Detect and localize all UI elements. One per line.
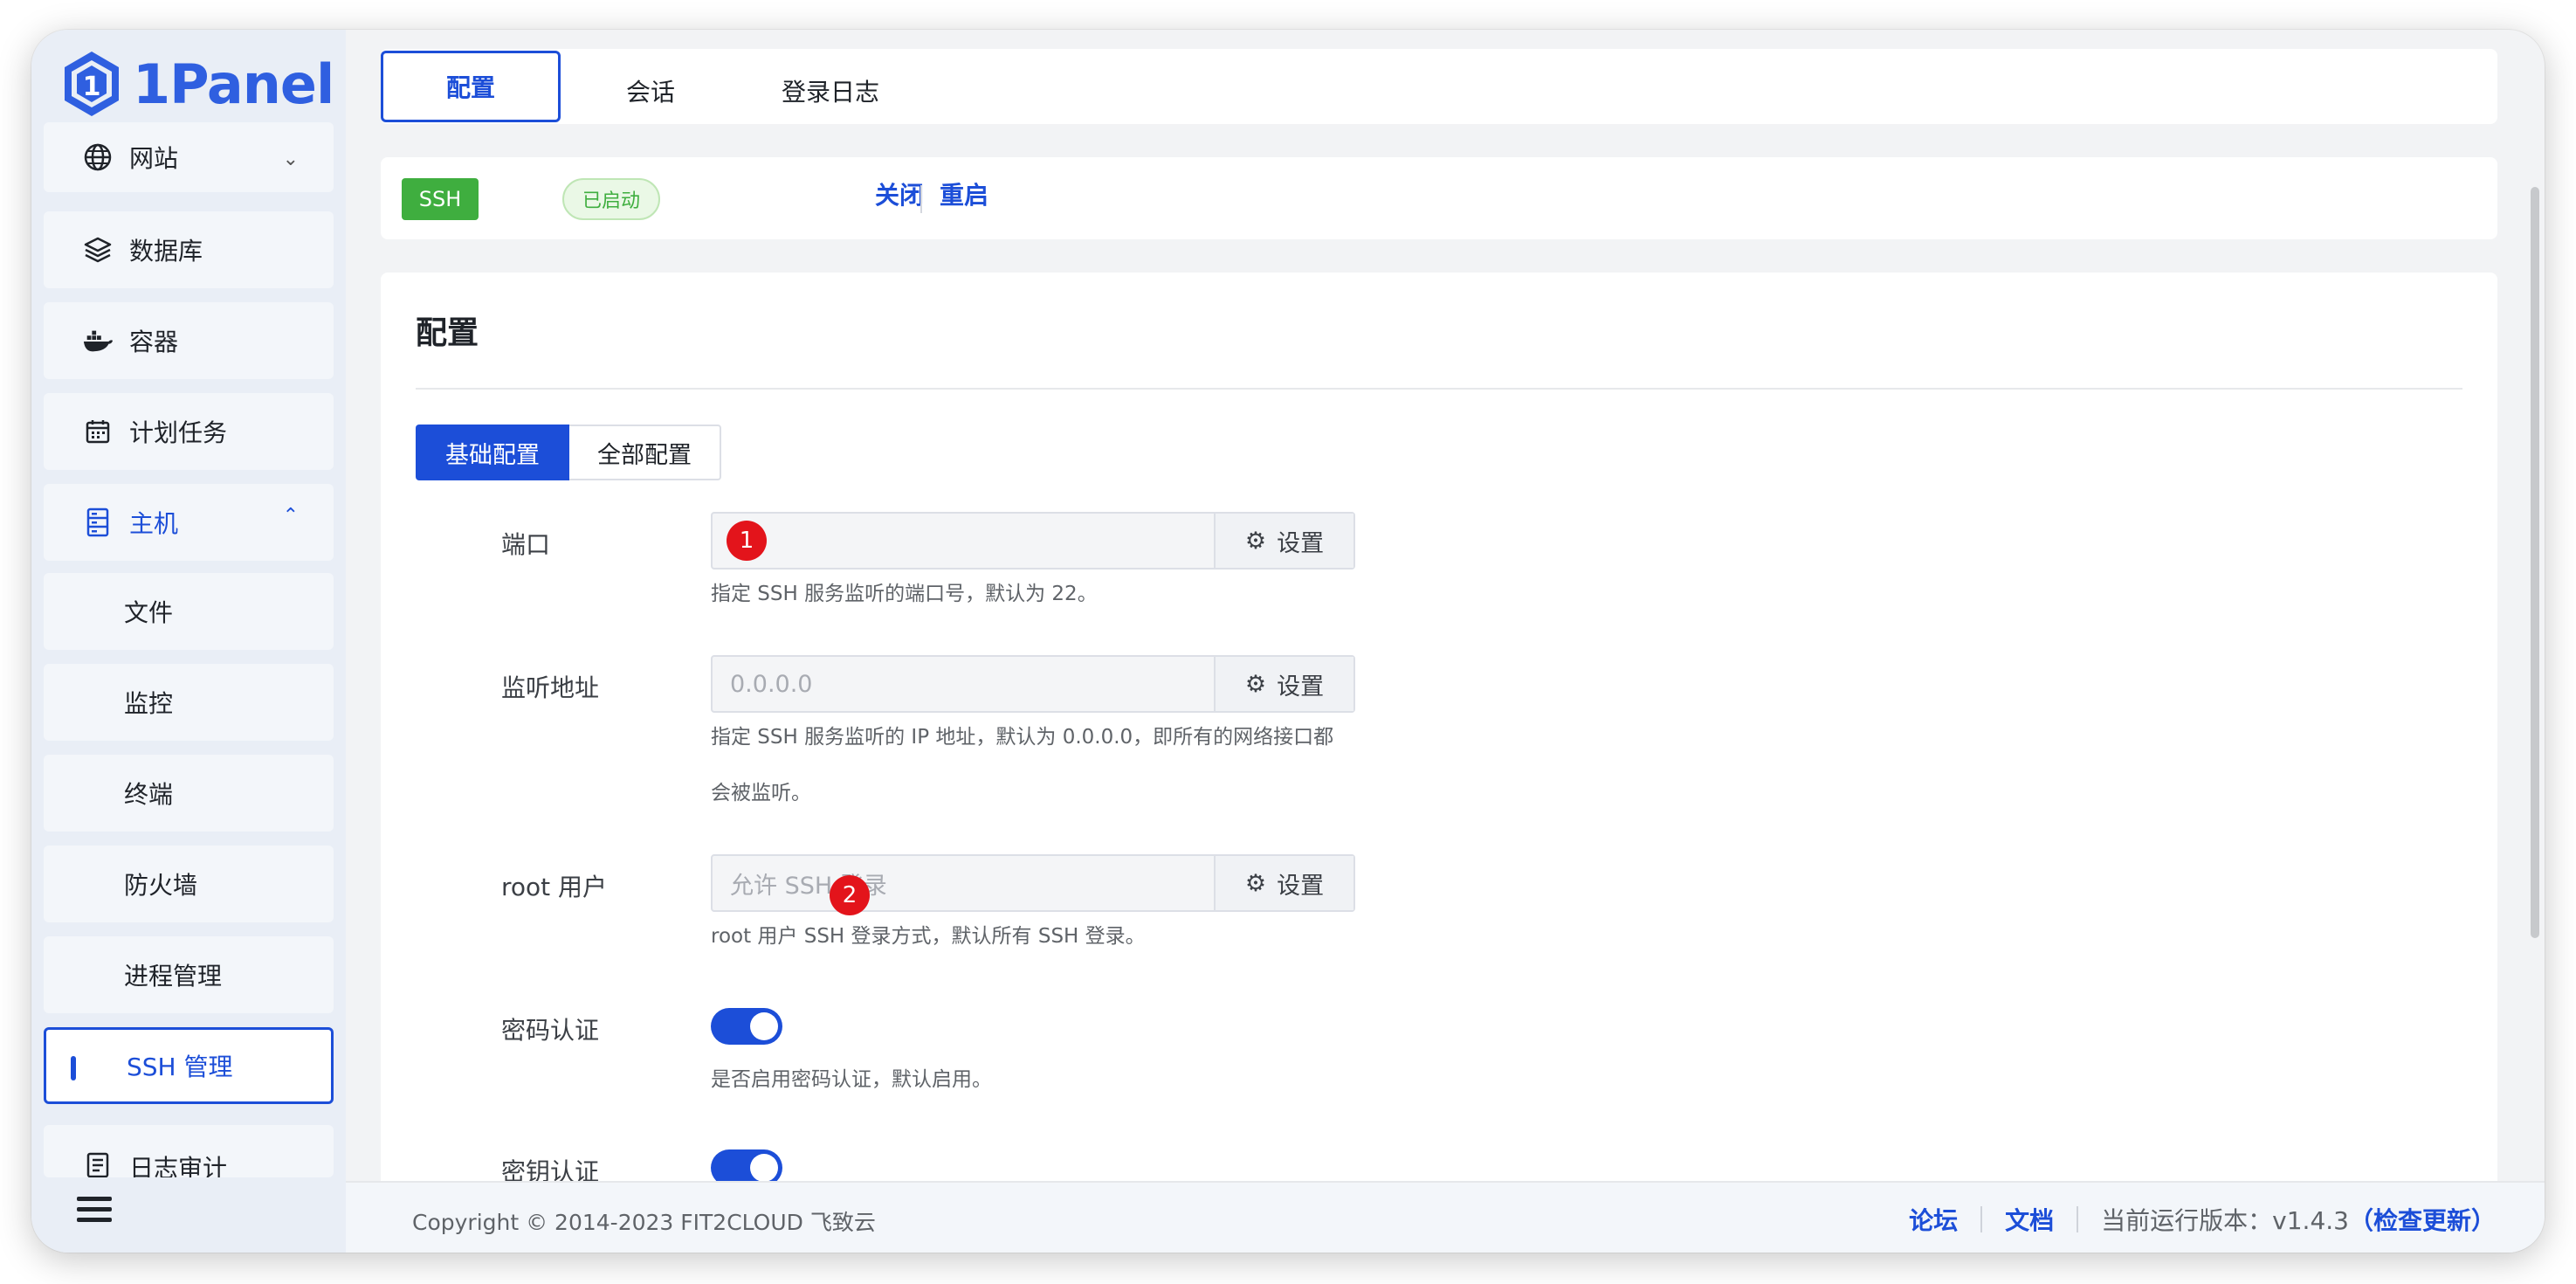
root-set-button[interactable]: ⚙ 设置 (1214, 856, 1353, 910)
port-set-button[interactable]: ⚙ 设置 (1214, 514, 1353, 568)
sidebar-item-monitor[interactable]: 监控 (44, 664, 334, 741)
sidebar-item-label: 网站 (129, 144, 179, 173)
sidebar-item-label: 进程管理 (124, 962, 223, 991)
divider (2077, 1206, 2079, 1232)
version-text: 当前运行版本：v1.4.3 (2101, 1206, 2349, 1235)
sidebar-item-host[interactable]: 主机 ⌃ (44, 484, 334, 561)
tab-bar: 配置 会话 登录日志 (381, 49, 2497, 124)
tab-config[interactable]: 配置 (381, 51, 561, 122)
svg-text:1: 1 (83, 72, 101, 102)
sidebar-item-label: 文件 (124, 598, 174, 627)
listen-help-cont: 会被监听。 (711, 782, 811, 804)
password-auth-toggle[interactable] (711, 1008, 782, 1045)
sidebar-item-label: 终端 (124, 780, 174, 809)
service-name-badge: SSH (402, 178, 479, 220)
logo-icon: 1 (65, 52, 119, 116)
calendar-icon (82, 416, 114, 447)
main-content: 配置 会话 登录日志 SSH 已启动 关闭 重启 配置 基础配置 全部配置 端口… (346, 30, 2545, 1253)
server-icon (82, 507, 114, 538)
password-auth-help: 是否启用密码认证，默认启用。 (711, 1068, 992, 1091)
port-label: 端口 (501, 530, 551, 559)
sidebar-item-label: 监控 (124, 689, 174, 718)
globe-icon (82, 142, 114, 173)
status-badge: 已启动 (562, 178, 660, 220)
logo-text: 1Panel (133, 52, 334, 116)
root-label: root 用户 (501, 873, 608, 901)
docs-link[interactable]: 文档 (2005, 1202, 2054, 1237)
log-icon (82, 1149, 114, 1177)
port-help: 指定 SSH 服务监听的端口号，默认为 22。 (711, 583, 1098, 605)
all-config-tab[interactable]: 全部配置 (569, 425, 721, 480)
divider (920, 185, 922, 213)
sidebar-item-ssh[interactable]: SSH 管理 (44, 1027, 334, 1104)
sidebar-item-label: SSH 管理 (127, 1053, 233, 1081)
menu-collapse-icon[interactable] (77, 1197, 112, 1226)
sidebar-item-firewall[interactable]: 防火墙 (44, 846, 334, 922)
section-title: 配置 (416, 315, 479, 351)
footer-links: 论坛 文档 当前运行版本：v1.4.3 （检查更新） (1909, 1202, 2496, 1237)
chevron-up-icon: ⌃ (282, 505, 299, 527)
sidebar-item-cron[interactable]: 计划任务 (44, 393, 334, 470)
tab-sessions[interactable]: 会话 (561, 54, 740, 128)
logo[interactable]: 1 1Panel (61, 49, 334, 119)
listen-help: 指定 SSH 服务监听的 IP 地址，默认为 0.0.0.0，即所有的网络接口都 (711, 726, 1334, 749)
sidebar-item-website[interactable]: 网站 ⌄ (44, 122, 334, 192)
sidebar-item-terminal[interactable]: 终端 (44, 755, 334, 832)
service-status-bar: SSH 已启动 关闭 重启 (381, 157, 2497, 239)
scrollbar[interactable] (2531, 187, 2539, 938)
divider (416, 388, 2462, 390)
footer: Copyright © 2014-2023 FIT2CLOUD 飞致云 论坛 文… (346, 1181, 2545, 1253)
listen-input[interactable]: 0.0.0.0 (713, 657, 1214, 711)
sidebar-item-label: 防火墙 (124, 871, 198, 900)
sidebar-item-container[interactable]: 容器 (44, 302, 334, 379)
active-indicator (71, 1056, 76, 1080)
listen-set-button[interactable]: ⚙ 设置 (1214, 657, 1353, 711)
basic-config-tab[interactable]: 基础配置 (416, 425, 569, 480)
tab-login-log[interactable]: 登录日志 (740, 54, 920, 128)
root-help: root 用户 SSH 登录方式，默认所有 SSH 登录。 (711, 925, 1146, 948)
sidebar-item-audit[interactable]: 日志审计 (44, 1125, 334, 1177)
listen-input-group: 0.0.0.0 ⚙ 设置 (711, 655, 1355, 713)
gear-icon: ⚙ (1244, 527, 1267, 555)
sidebar-item-process[interactable]: 进程管理 (44, 936, 334, 1013)
stop-button[interactable]: 关闭 (875, 176, 924, 211)
divider (1980, 1206, 1983, 1232)
sidebar-item-database[interactable]: 数据库 (44, 211, 334, 288)
restart-button[interactable]: 重启 (940, 176, 988, 211)
app-window: 1 1Panel 网站 ⌄ 数据库 容器 计划任务 主机 ⌃ 文件 监控 终端 … (31, 30, 2545, 1253)
gear-icon: ⚙ (1244, 869, 1267, 897)
set-button-label: 设置 (1277, 872, 1325, 900)
port-input[interactable] (713, 514, 1214, 568)
copyright-text: Copyright © 2014-2023 FIT2CLOUD 飞致云 (412, 1210, 876, 1235)
password-auth-label: 密码认证 (501, 1016, 600, 1045)
gear-icon: ⚙ (1244, 670, 1267, 698)
sidebar-item-label: 容器 (129, 328, 179, 356)
annotation-marker: 1 (727, 521, 767, 561)
layers-icon (82, 234, 114, 266)
docker-icon (82, 325, 114, 356)
sidebar: 1 1Panel 网站 ⌄ 数据库 容器 计划任务 主机 ⌃ 文件 监控 终端 … (31, 30, 346, 1253)
sidebar-item-files[interactable]: 文件 (44, 573, 334, 650)
config-panel: 配置 基础配置 全部配置 端口 ⚙ 设置 1 指定 SSH 服务监听的端口号，默… (381, 273, 2497, 1253)
set-button-label: 设置 (1277, 529, 1325, 557)
root-login-select[interactable]: 允许 SSH 登录 (713, 856, 1214, 910)
listen-label: 监听地址 (501, 673, 600, 702)
sidebar-item-label: 日志审计 (129, 1154, 228, 1177)
check-update-link[interactable]: （检查更新） (2349, 1202, 2496, 1237)
root-input-group: 允许 SSH 登录 ⚙ 设置 (711, 854, 1355, 912)
chevron-down-icon: ⌄ (282, 148, 299, 170)
sidebar-item-label: 数据库 (129, 237, 203, 266)
forum-link[interactable]: 论坛 (1909, 1202, 1958, 1237)
set-button-label: 设置 (1277, 673, 1325, 701)
sidebar-item-label: 计划任务 (129, 418, 228, 447)
sidebar-item-label: 主机 (129, 509, 179, 538)
port-input-group: ⚙ 设置 (711, 512, 1355, 570)
